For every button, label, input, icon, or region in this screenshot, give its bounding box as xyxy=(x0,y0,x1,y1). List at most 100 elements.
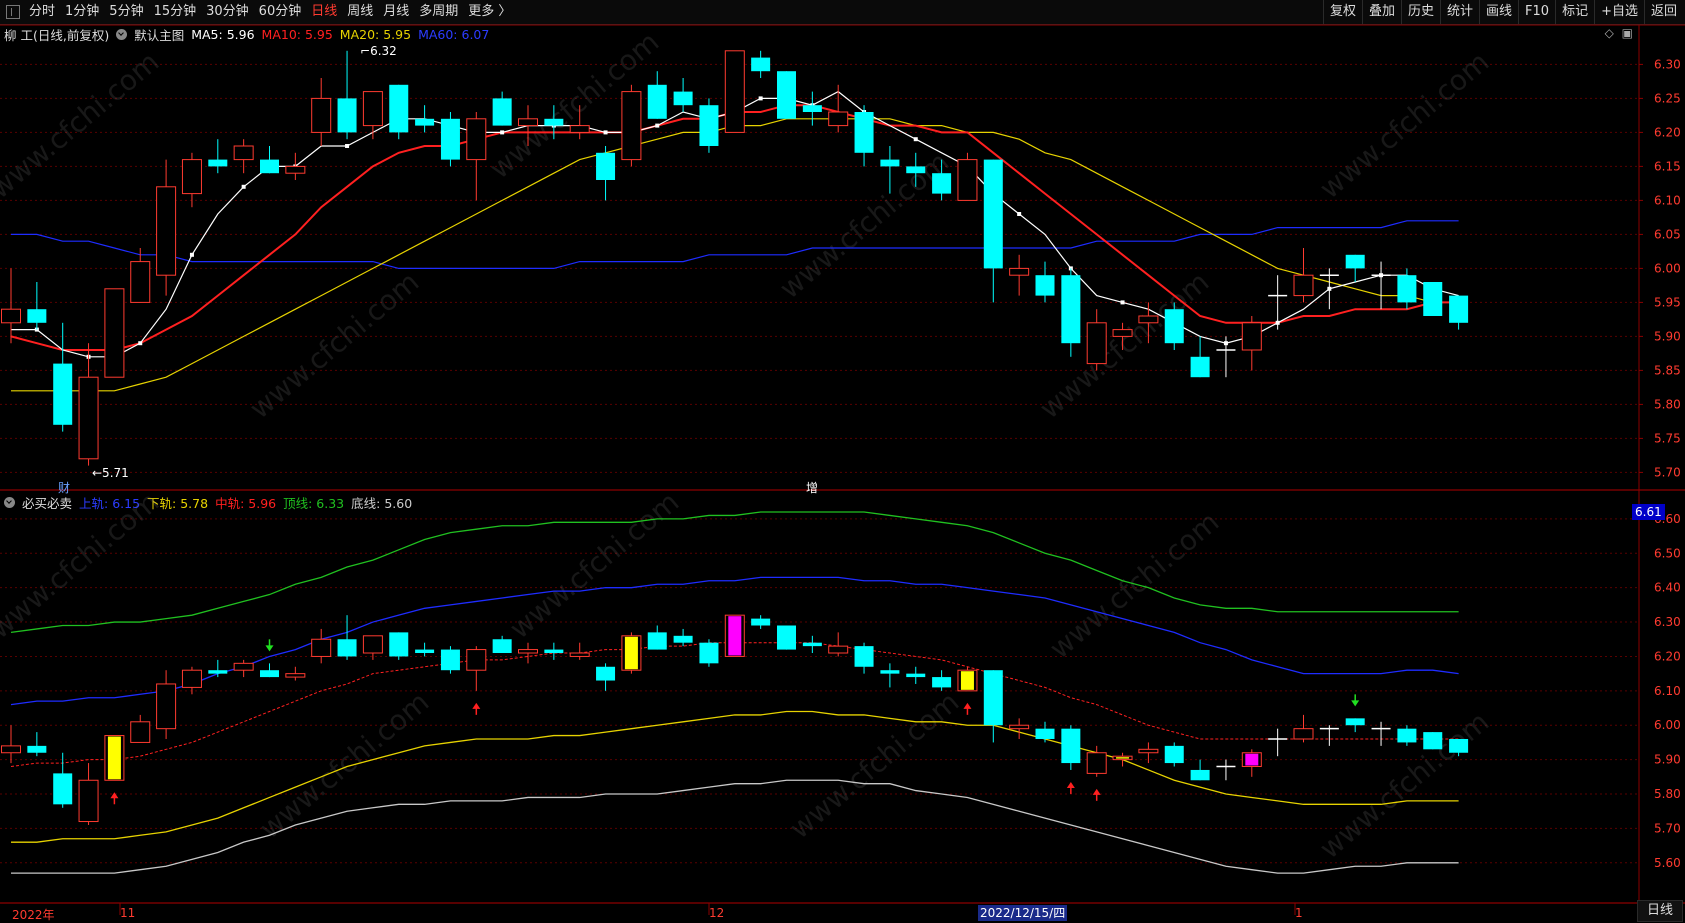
sell-arrow-icon xyxy=(1351,700,1360,707)
kline-chart[interactable]: 6.30 6.25 6.20 6.15 6.10 6.05 6.00 5.95 5.90 5.85… xyxy=(0,0,1685,922)
financial-report-marker[interactable]: 财 xyxy=(58,479,70,496)
candle-up xyxy=(1112,329,1133,337)
sub-price-tick-label: 5.60 xyxy=(1654,856,1681,870)
sub-candle-down xyxy=(1164,745,1184,764)
candle-up xyxy=(466,118,487,161)
candle-down xyxy=(1035,275,1055,296)
candle-up xyxy=(518,118,538,127)
sub-price-tick-label: 6.20 xyxy=(1654,649,1681,663)
sub-candle-down xyxy=(983,670,1003,726)
sell-arrow-icon xyxy=(265,645,274,652)
candle-up xyxy=(828,111,849,127)
candle-down xyxy=(53,363,73,425)
buy-arrow-icon xyxy=(963,702,972,709)
sub-candle-up xyxy=(78,779,99,823)
sub-candle-down xyxy=(492,639,512,654)
sub-candle-down xyxy=(337,639,357,657)
ma10-line xyxy=(10,104,1459,351)
candle-up xyxy=(569,125,590,133)
ma5-point xyxy=(655,123,660,128)
sub-candle-up xyxy=(233,662,254,671)
main-price-tick-label: 6.15 xyxy=(1654,159,1681,173)
candle-down xyxy=(751,57,771,72)
date-month-12-label: 12 xyxy=(709,906,725,920)
watermark-text: www.cfchi.com xyxy=(1033,265,1215,425)
main-price-tick-label: 5.90 xyxy=(1654,329,1681,343)
sub-candle-up xyxy=(1138,748,1159,754)
watermark-text: www.cfchi.com xyxy=(773,145,955,305)
main-price-tick-label: 6.30 xyxy=(1654,57,1681,71)
ma5-point xyxy=(138,341,143,346)
ma5-point xyxy=(1017,212,1022,216)
sub-candle-down xyxy=(1035,728,1055,739)
ma5-point xyxy=(241,184,246,189)
candle-down xyxy=(27,309,47,323)
main-price-tick-label: 5.85 xyxy=(1654,363,1681,377)
date-month-11-label: 11 xyxy=(120,906,136,920)
sub-candle-up xyxy=(1293,728,1314,740)
sub-candle-down xyxy=(673,635,693,643)
sub-candle-up xyxy=(518,649,538,654)
period-switch-button[interactable]: 日线 xyxy=(1637,900,1683,922)
capital-increase-marker[interactable]: 增 xyxy=(806,479,818,496)
main-price-tick-label: 5.75 xyxy=(1654,431,1681,445)
ma5-point xyxy=(345,144,350,148)
candle-down xyxy=(440,118,460,160)
sub-price-tick-label: 5.80 xyxy=(1654,787,1681,801)
candle-down xyxy=(492,98,512,126)
candle-down xyxy=(673,91,693,106)
sub-candle-up xyxy=(1009,724,1030,730)
candle-up xyxy=(78,376,99,460)
watermark-text: www.cfchi.com xyxy=(1313,45,1495,205)
candle-down xyxy=(596,152,616,180)
sub-candle-up xyxy=(181,669,202,688)
ma60-line xyxy=(11,220,1459,269)
sub-candle-up xyxy=(311,638,332,657)
candle-up xyxy=(1138,315,1159,324)
candle-down xyxy=(880,159,900,167)
watermark-text: www.cfchi.com xyxy=(503,485,685,645)
ma5-point xyxy=(758,96,763,101)
low-price-label: ←5.71 xyxy=(92,466,129,480)
candle-down xyxy=(337,98,357,133)
candle-down xyxy=(260,159,279,174)
sub-candle-down xyxy=(1190,769,1210,781)
sub-candle-down xyxy=(389,632,409,657)
sub-candle-down xyxy=(880,670,900,674)
sub-candle-down xyxy=(854,646,874,667)
ma5-point xyxy=(603,130,608,135)
candle-up xyxy=(285,165,306,174)
ma5-point xyxy=(500,130,505,135)
sub-candle-down xyxy=(906,673,926,678)
sub-signal-bar-yellow xyxy=(107,736,121,780)
candle-down xyxy=(777,71,796,119)
main-price-tick-label: 6.00 xyxy=(1654,261,1681,275)
candle-down xyxy=(208,159,228,167)
buy-arrow-icon xyxy=(1092,788,1101,795)
buy-arrow-icon xyxy=(110,792,119,799)
cursor-date-tag: 2022/12/15/四 xyxy=(978,905,1068,921)
main-price-tick-label: 6.10 xyxy=(1654,193,1681,207)
sub-candle-up xyxy=(828,645,849,654)
candle-down xyxy=(1061,275,1081,344)
main-price-tick-label: 6.20 xyxy=(1654,125,1681,139)
sub-signal-bar-magenta xyxy=(728,616,742,656)
sub-candle-down xyxy=(647,632,667,650)
main-price-tick-label: 6.05 xyxy=(1654,227,1681,241)
ma5-point xyxy=(1120,300,1125,305)
candle-up xyxy=(957,159,978,201)
date-year-label: 2022年 xyxy=(12,908,55,922)
candle-up xyxy=(104,288,125,378)
sub-price-tick-label: 6.10 xyxy=(1654,684,1681,698)
sub-candle-up xyxy=(1,745,21,754)
candle-up xyxy=(1086,322,1107,365)
sub-signal-bar-yellow xyxy=(624,636,638,670)
sub-candle-down xyxy=(932,677,952,688)
main-price-tick-label: 5.70 xyxy=(1654,465,1681,479)
sub-signal-bar-yellow xyxy=(960,671,974,690)
sub-lower-band xyxy=(11,710,1459,843)
candle-down xyxy=(1164,309,1184,344)
sub-candle-up xyxy=(130,721,151,743)
sub-candle-down xyxy=(751,618,771,626)
date-month-1-label: 1 xyxy=(1295,906,1303,920)
